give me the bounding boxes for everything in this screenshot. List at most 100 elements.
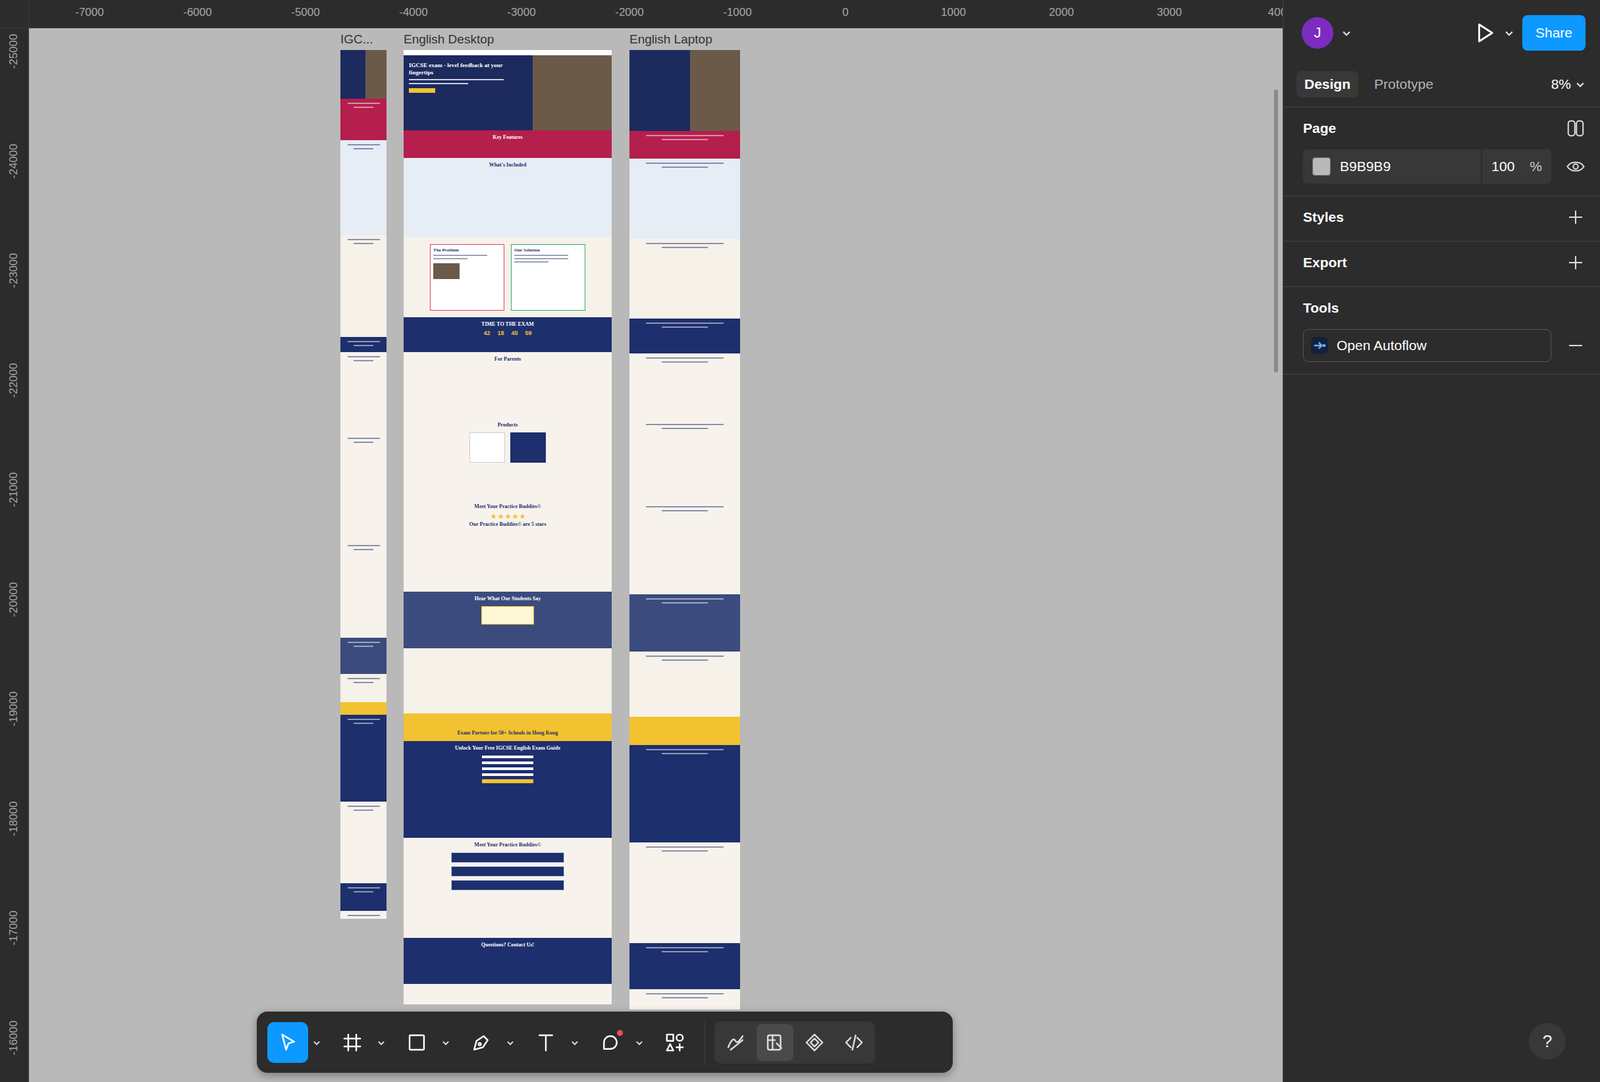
minus-icon[interactable] [1565, 335, 1586, 356]
text-line [353, 148, 373, 150]
tool-button[interactable] [654, 1022, 696, 1064]
rating [490, 511, 526, 520]
ruler-label: -7000 [75, 5, 104, 20]
scrollbar[interactable] [1274, 89, 1279, 373]
text-line [353, 242, 373, 245]
ruler-label: -20000 [7, 582, 21, 617]
countdown: 42184559 [481, 329, 534, 338]
text-line [661, 850, 709, 853]
star-icon [512, 513, 519, 520]
panel-tab[interactable]: Prototype [1366, 71, 1442, 98]
frame-body[interactable] [340, 50, 387, 920]
zoom-menu[interactable]: 8% [1551, 76, 1586, 93]
chevron-icon[interactable] [312, 1038, 322, 1048]
page-section [340, 50, 387, 99]
page-section: Unlock Your Free IGCSE English Exam Guid… [403, 741, 612, 839]
left-ruler: -25000-24000-23000-22000-21000-20000-190… [0, 28, 29, 1082]
faq-item [451, 880, 565, 891]
share-button[interactable]: Share [1522, 15, 1586, 51]
frame[interactable]: IGC... [340, 32, 387, 920]
tool-button[interactable] [331, 1022, 373, 1064]
mode-button[interactable] [796, 1024, 833, 1062]
tool-button[interactable] [396, 1022, 438, 1064]
page-section [340, 352, 387, 434]
tool-button[interactable] [525, 1022, 567, 1064]
page-section [340, 638, 387, 674]
frame[interactable]: English Laptop [629, 32, 741, 1011]
panel-tab[interactable]: Design [1296, 71, 1359, 98]
chevron-icon[interactable] [634, 1038, 644, 1048]
plus-icon[interactable] [1565, 252, 1586, 273]
frame-label[interactable]: English Laptop [629, 32, 741, 51]
section-title: Products [492, 418, 524, 430]
user-avatar[interactable]: J [1301, 17, 1334, 49]
text-line [661, 753, 709, 755]
ruler-label: -24000 [7, 143, 21, 179]
chevron-icon[interactable] [1503, 27, 1515, 39]
page-section: Meet Your Practice Buddies© [403, 838, 612, 939]
text-line [661, 326, 709, 328]
mode-switcher [714, 1021, 876, 1065]
plugin-button[interactable]: Open Autoflow [1303, 329, 1552, 363]
section-title: Meet Your Practice Buddies© [468, 838, 546, 851]
text-line [645, 506, 724, 508]
page-section [629, 353, 741, 421]
text-line [353, 645, 373, 648]
canvas[interactable]: IGC... English DesktopIGCSE exam - level … [28, 28, 1283, 1082]
color-swatch[interactable] [1312, 157, 1331, 176]
eye-icon[interactable] [1565, 156, 1586, 177]
help-button[interactable]: ? [1528, 1023, 1566, 1061]
ruler-label: -6000 [183, 5, 212, 20]
page-section [629, 318, 741, 354]
chevron-icon[interactable] [441, 1038, 451, 1048]
frame-label[interactable]: IGC... [340, 32, 387, 51]
dev-icon [842, 1031, 866, 1055]
mode-button[interactable] [756, 1024, 794, 1062]
tool-button[interactable] [267, 1022, 309, 1064]
card-title: Our Solution [514, 247, 583, 253]
chevron-icon[interactable] [570, 1038, 580, 1048]
page-section [340, 235, 387, 338]
ruler-label: -4000 [399, 5, 428, 20]
section-title: Page [1303, 120, 1336, 137]
page-section [340, 883, 387, 912]
chevron-icon[interactable] [505, 1038, 515, 1048]
text-line [353, 360, 373, 362]
page-section [629, 50, 741, 132]
page-section [340, 541, 387, 639]
page-section [629, 239, 741, 320]
frame-body[interactable] [629, 50, 741, 1011]
text-line [645, 162, 724, 164]
page-section: TIME TO THE EXAM42184559 [403, 317, 612, 353]
page-section: Products [403, 418, 612, 500]
chevron-icon[interactable] [1341, 27, 1352, 39]
frame[interactable]: English DesktopIGCSE exam - level feedba… [403, 32, 612, 1005]
ruler-label: 1000 [940, 5, 966, 20]
text-line [347, 805, 380, 808]
text-line [353, 106, 373, 108]
text-line [661, 951, 709, 953]
text-line [353, 345, 373, 347]
chevron-icon[interactable] [376, 1038, 386, 1048]
page-section [629, 745, 741, 843]
page-styles-icon[interactable] [1565, 118, 1586, 139]
move-icon [276, 1031, 299, 1055]
page-color-field[interactable]: B9B9B9100% [1303, 149, 1552, 184]
text-line [645, 655, 724, 658]
design-icon [763, 1031, 787, 1055]
text-line [347, 545, 380, 547]
tool-button[interactable] [589, 1022, 631, 1064]
mode-button[interactable] [717, 1024, 754, 1062]
plus-icon[interactable] [1565, 207, 1586, 228]
frame-label[interactable]: English Desktop [403, 32, 612, 51]
frame-body[interactable]: IGCSE exam - level feedback at your fing… [403, 50, 612, 1005]
text-line [347, 356, 380, 358]
tool-button[interactable] [460, 1022, 502, 1064]
text-line [661, 659, 709, 662]
mode-button[interactable] [835, 1024, 873, 1062]
ruler-label: 3000 [1156, 5, 1182, 20]
section-caption: Exam Partner for 50+ Schools in Hong Kon… [452, 728, 564, 742]
faq-item [451, 852, 565, 864]
play-icon[interactable] [1473, 21, 1496, 45]
section-title: What's Included [483, 158, 533, 170]
